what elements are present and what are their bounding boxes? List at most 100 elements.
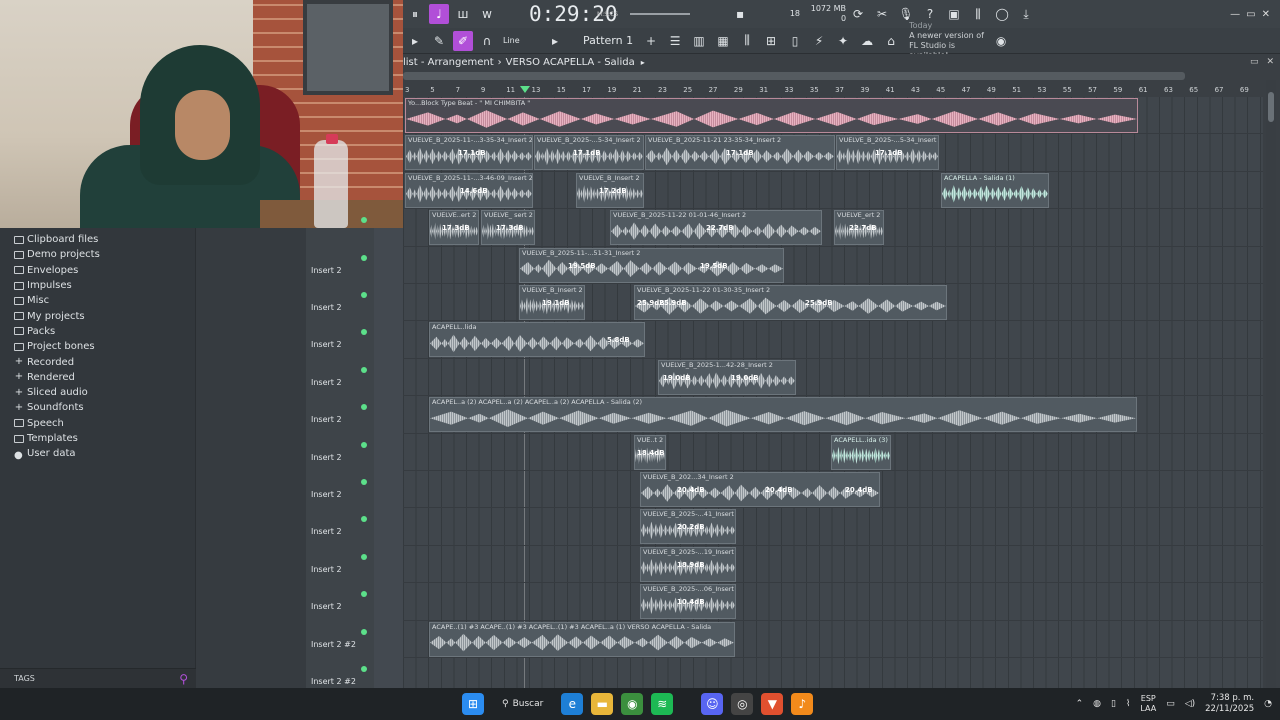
battery-icon[interactable]: ▯	[1111, 699, 1116, 709]
playlist-close-icon[interactable]: ✕	[1266, 57, 1274, 67]
vertical-scrollbar[interactable]	[1266, 80, 1276, 688]
audio-clip[interactable]: VUELVE_B_2025-11-21 23-35-34_Insert 2 17.…	[645, 135, 835, 171]
audio-clip[interactable]: VUELVE_ert 2 22.7dB	[834, 210, 884, 246]
windows-start-icon[interactable]: ⊞	[462, 693, 484, 715]
track-row[interactable]	[403, 546, 1263, 584]
breadcrumb-root[interactable]: list - Arrangement	[403, 57, 494, 68]
audio-clip[interactable]: VUELVE_B_2025-11-...51-31_Insert 2 19.5dB…	[519, 247, 784, 283]
track-row[interactable]	[403, 658, 1263, 688]
audio-clip[interactable]: VUELVE_B_Insert 2 17.2dB	[576, 172, 644, 208]
track-label[interactable]: Insert 2 #2	[306, 640, 374, 649]
plug-icon[interactable]: ⚡	[809, 31, 829, 51]
track-led-icon[interactable]	[361, 366, 367, 373]
audio-clip[interactable]: VUELVE_B_Insert 2 19.1dB	[519, 285, 585, 320]
audio-clip[interactable]: VUELVE_B_2025-11-22 01-30-35_Insert 2 25.…	[634, 285, 947, 320]
browser-item[interactable]: + Sliced audio	[14, 385, 195, 400]
cloud-icon[interactable]: ☁	[857, 31, 877, 51]
channel-rack-icon[interactable]: ▦	[713, 31, 733, 51]
volume-icon[interactable]: ◁)	[1185, 699, 1195, 709]
browser-item[interactable]: Templates	[14, 431, 195, 446]
globe-icon[interactable]: ◉	[991, 31, 1011, 51]
audio-clip[interactable]: VUELVE..ert 2 17.3dB	[429, 210, 479, 246]
browser-view-icon[interactable]: ⊞	[761, 31, 781, 51]
discord-icon[interactable]: ☺	[701, 693, 724, 715]
download-icon[interactable]: ⤓	[1016, 4, 1036, 24]
browser-item[interactable]: Demo projects	[14, 247, 195, 262]
track-label[interactable]: Insert 2	[306, 602, 374, 611]
audio-clip[interactable]: VUELVE_B_2025-...5-34_Insert 2 17.1dB	[534, 135, 644, 171]
audio-clip[interactable]: VUELVE_B_2025-...06_Insert 2 10.4dB	[640, 584, 736, 620]
mic-tray-icon[interactable]: ⌇	[1126, 699, 1130, 709]
audio-clip[interactable]: VUELVE_B_2025-...41_Insert 2 20.2dB	[640, 509, 736, 545]
system-clock[interactable]: 7:38 p. m. 22/11/2025	[1205, 693, 1254, 715]
browser-item[interactable]: + Soundfonts	[14, 400, 195, 415]
browser-item[interactable]: Envelopes	[14, 263, 195, 278]
track-row[interactable]	[403, 583, 1263, 621]
pause-icon[interactable]: ⏸	[405, 4, 425, 24]
maximize-icon[interactable]: ▭	[1246, 9, 1255, 20]
audio-clip[interactable]: VUELVE_B_2025-1...42-28_Insert 2 19.0dB 19…	[658, 359, 796, 395]
browser-item[interactable]: ● User data	[14, 446, 195, 461]
audio-clip[interactable]: VUELVE_B_2025-11-...3-35-34_Insert 2 17.1…	[405, 135, 533, 171]
brush-icon[interactable]: ✎	[429, 31, 449, 51]
metronome-icon[interactable]: ♩	[429, 4, 449, 24]
browser-item[interactable]: Misc	[14, 293, 195, 308]
track-led-icon[interactable]	[361, 553, 367, 560]
breadcrumb-arrow[interactable]: ▸	[641, 58, 645, 67]
track-led-icon[interactable]	[361, 666, 367, 672]
playlist-maximize-icon[interactable]: ▭	[1250, 57, 1259, 67]
notification-icon[interactable]: ◔	[1264, 699, 1272, 709]
snap-selector[interactable]: Line	[503, 36, 543, 45]
breadcrumb-current[interactable]: VERSO ACAPELLA - Salida	[506, 57, 635, 68]
track-label[interactable]: Insert 2	[306, 340, 374, 349]
horizontal-scrollbar[interactable]	[403, 72, 1185, 80]
pitch-icon[interactable]: ▪	[730, 4, 750, 24]
track-row[interactable]	[403, 508, 1263, 546]
track-led-icon[interactable]	[361, 628, 367, 635]
browser-item[interactable]: Project bones	[14, 339, 195, 354]
audio-clip[interactable]: Yo...Block Type Beat - " MI CHIMBITA "	[405, 98, 1138, 133]
edge-icon[interactable]: e	[561, 693, 584, 715]
undo-icon[interactable]: ⟳	[848, 4, 868, 24]
browser-item[interactable]: + Recorded	[14, 354, 195, 369]
magnet-icon[interactable]: ∩	[477, 31, 497, 51]
timeline-ruler[interactable]: 3 5 7 9 11 13 15 17 19 21 23 25 27 29 31 33 35 37 39 41 43 45…	[403, 84, 1263, 96]
track-label[interactable]: Insert 2	[306, 565, 374, 574]
audio-clip[interactable]: VUELVE_B_202...34_Insert 2 20.4dB 20.4dB 20…	[640, 472, 880, 507]
taskbar-search[interactable]: ⚲ Buscar	[492, 692, 553, 716]
count-in-icon[interactable]: w	[477, 4, 497, 24]
piano-roll-icon[interactable]: ▥	[689, 31, 709, 51]
file-explorer-icon[interactable]: ▬	[591, 693, 614, 715]
brave-icon[interactable]: ▼	[761, 693, 784, 715]
audio-clip[interactable]: ACAPELL..lida 5.8dB	[429, 322, 645, 358]
tools-icon[interactable]: ✦	[833, 31, 853, 51]
language-indicator[interactable]: ESP LAA	[1140, 694, 1156, 714]
audio-clip[interactable]: ACAPELLA - Salida (1)	[941, 172, 1049, 208]
playlist-icon[interactable]: ☰	[665, 31, 685, 51]
track-label[interactable]: Insert 2	[306, 303, 374, 312]
playlist-tracks[interactable]: Yo...Block Type Beat - " MI CHIMBITA " VU…	[403, 97, 1263, 688]
audio-clip[interactable]: VUELVE_B_2025-11-22 01-01-46_Insert 2 22.…	[610, 210, 822, 246]
browser-item[interactable]: Impulses	[14, 278, 195, 293]
audio-clip[interactable]: ACAPELL..ida (3)	[831, 434, 891, 470]
tray-app-icon[interactable]: ◍	[1093, 699, 1101, 709]
fl-studio-icon[interactable]: ♪	[791, 693, 814, 715]
browser-item[interactable]: Packs	[14, 324, 195, 339]
network-icon[interactable]: ▭	[1166, 699, 1175, 709]
chat-icon[interactable]: ◯	[992, 4, 1012, 24]
pattern-selector[interactable]: Pattern 1	[577, 32, 639, 49]
track-led-icon[interactable]	[361, 254, 367, 261]
browser-item[interactable]: Speech	[14, 416, 195, 431]
minimize-icon[interactable]: —	[1230, 9, 1240, 20]
draw-icon[interactable]: ✐	[453, 30, 473, 51]
time-display[interactable]: 0:29:20	[529, 2, 618, 26]
track-label[interactable]: Insert 2	[306, 453, 374, 462]
browser-item[interactable]: My projects	[14, 308, 195, 323]
tray-chevron-icon[interactable]: ⌃	[1076, 699, 1084, 709]
audio-clip[interactable]: ACAPEL..a (2) ACAPEL..a (2) ACAPEL..a (2…	[429, 397, 1137, 433]
audio-clip[interactable]: VUELVE_ sert 2 17.3dB	[481, 210, 535, 246]
chrome-icon[interactable]: ◉	[621, 693, 644, 715]
cart-icon[interactable]: ⌂	[881, 31, 901, 51]
track-label[interactable]: Insert 2	[306, 527, 374, 536]
track-row[interactable]	[403, 359, 1263, 397]
